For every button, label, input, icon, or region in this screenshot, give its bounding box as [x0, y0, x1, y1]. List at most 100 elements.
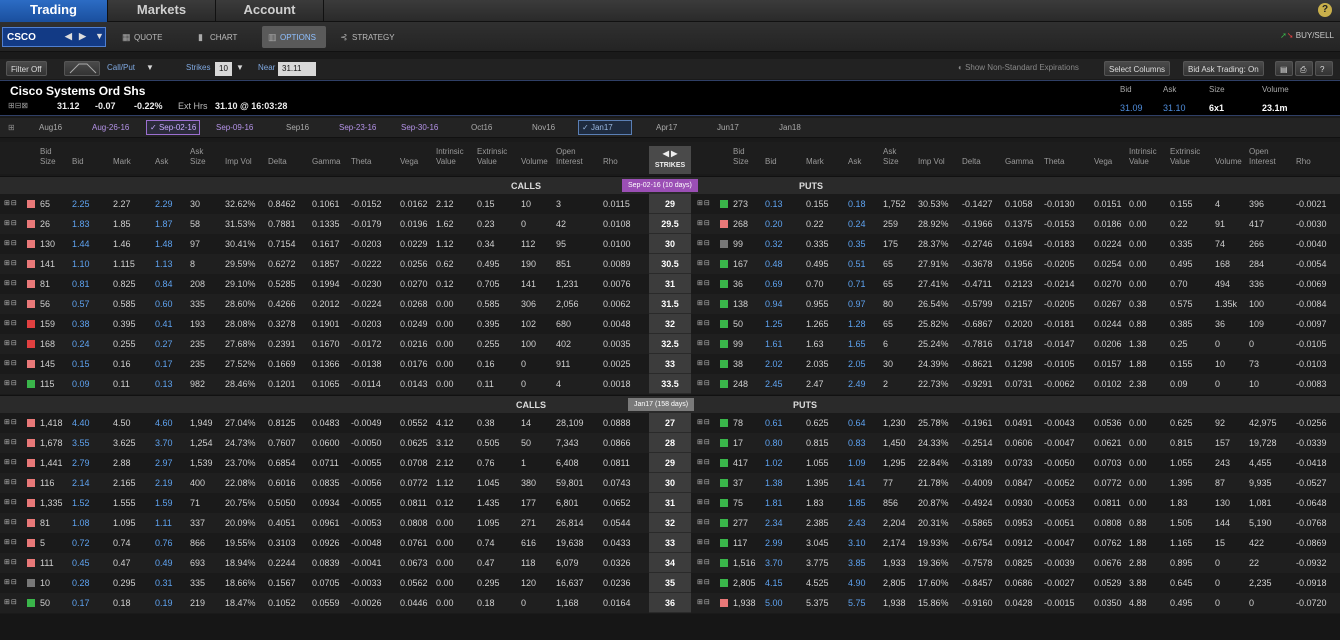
put-cell[interactable]: 248	[733, 379, 748, 389]
put-cell[interactable]: 25.78%	[918, 418, 949, 428]
strikes-dropdown-icon[interactable]: ▼	[236, 63, 244, 72]
put-cell[interactable]: -0.0054	[1296, 259, 1327, 269]
row-action-icons[interactable]: ⊞⊟	[4, 438, 18, 446]
put-cell[interactable]: -0.0083	[1296, 379, 1327, 389]
strike-cell[interactable]: 27	[649, 413, 691, 433]
put-cell[interactable]: 0.0731	[1005, 379, 1033, 389]
option-row[interactable]: ⊞⊟ 81 1.08 1.095 1.11 337 20.09% 0.4051 0.0961 -0…	[0, 513, 1340, 533]
call-col-header[interactable]: Open Interest	[556, 147, 583, 167]
put-cell[interactable]: -0.0205	[1044, 299, 1075, 309]
put-cell[interactable]: 0.0606	[1005, 438, 1033, 448]
call-cell[interactable]: 4	[556, 379, 561, 389]
put-cell[interactable]: -0.9160	[962, 598, 993, 608]
call-cell[interactable]: 0.15	[72, 359, 90, 369]
option-row[interactable]: ⊞⊟ 56 0.57 0.585 0.60 335 28.60% 0.4266 0.2012 -0…	[0, 294, 1340, 314]
put-cell[interactable]: 5.375	[806, 598, 829, 608]
put-cell[interactable]: 0.955	[806, 299, 829, 309]
row-action-icons[interactable]: ⊞⊟	[697, 438, 711, 446]
put-cell[interactable]: 1.88	[1129, 359, 1147, 369]
put-cell[interactable]: 0.35	[848, 239, 866, 249]
call-cell[interactable]: 23.70%	[225, 458, 256, 468]
call-cell[interactable]: 19,638	[556, 538, 584, 548]
put-cell[interactable]: 0.0224	[1094, 239, 1122, 249]
put-cell[interactable]: 2.49	[848, 379, 866, 389]
put-cell[interactable]: 5,190	[1249, 518, 1272, 528]
put-cell[interactable]: 0.09	[1170, 379, 1188, 389]
put-cell[interactable]: 0.0621	[1094, 438, 1122, 448]
call-cell[interactable]: 0.0035	[603, 339, 631, 349]
put-cell[interactable]: 0.0811	[1094, 498, 1121, 508]
put-cell[interactable]: 78	[733, 418, 743, 428]
call-cell[interactable]: 29.10%	[225, 279, 256, 289]
call-cell[interactable]: 8	[190, 259, 195, 269]
call-cell[interactable]: 28.46%	[225, 379, 256, 389]
put-cell[interactable]: 26.54%	[918, 299, 949, 309]
put-cell[interactable]: 2.035	[806, 359, 829, 369]
put-cell[interactable]: 336	[1249, 279, 1264, 289]
put-cell[interactable]: 28.37%	[918, 239, 949, 249]
put-col-header[interactable]: Rho	[1296, 157, 1311, 167]
expiration-item[interactable]: Sep-23-16	[339, 123, 376, 132]
call-cell[interactable]: 177	[521, 498, 536, 508]
put-cell[interactable]: 1.165	[1170, 538, 1193, 548]
call-cell[interactable]: 0.62	[436, 259, 454, 269]
call-cell[interactable]: 0.00	[436, 518, 454, 528]
bid-ask-trading-button[interactable]: Bid Ask Trading: On	[1183, 61, 1264, 76]
option-row[interactable]: ⊞⊟ 130 1.44 1.46 1.48 97 30.41% 0.7154 0.1617 -0.…	[0, 234, 1340, 254]
call-cell[interactable]: 0.0236	[603, 578, 631, 588]
call-cell[interactable]: 0.76	[155, 538, 173, 548]
put-cell[interactable]: 0.0491	[1005, 418, 1033, 428]
call-cell[interactable]: 0.0673	[400, 558, 428, 568]
call-cell[interactable]: 0.2012	[312, 299, 340, 309]
put-cell[interactable]: 168	[1215, 259, 1230, 269]
call-cell[interactable]: 18.66%	[225, 578, 256, 588]
put-cell[interactable]: 0.0267	[1094, 299, 1122, 309]
call-cell[interactable]: 0.0025	[603, 359, 631, 369]
put-cell[interactable]: 1,933	[883, 558, 906, 568]
option-row[interactable]: ⊞⊟ 115 0.09 0.11 0.13 982 28.46% 0.1201 0.1065 -0…	[0, 374, 1340, 394]
call-col-header[interactable]: Ask	[155, 157, 168, 167]
call-cell[interactable]: -0.0179	[351, 219, 382, 229]
call-cell[interactable]: 0.1994	[312, 279, 340, 289]
expiration-item-selected[interactable]: ✓ Jan17	[578, 120, 632, 135]
put-cell[interactable]: 0.0825	[1005, 558, 1033, 568]
put-cell[interactable]: 0.625	[1170, 418, 1193, 428]
put-cell[interactable]: 0	[1215, 339, 1220, 349]
call-cell[interactable]: 0.0216	[400, 339, 428, 349]
put-cell[interactable]: -0.0040	[1296, 239, 1327, 249]
call-cell[interactable]: 0	[521, 379, 526, 389]
put-cell[interactable]: 0.0686	[1005, 578, 1033, 588]
call-cell[interactable]: 0.72	[72, 538, 90, 548]
call-cell[interactable]: 851	[556, 259, 571, 269]
call-cell[interactable]: -0.0152	[351, 199, 382, 209]
call-col-header[interactable]: Vega	[400, 157, 418, 167]
put-cell[interactable]: 396	[1249, 199, 1264, 209]
call-cell[interactable]: 0.84	[155, 279, 173, 289]
put-cell[interactable]: 10	[1249, 379, 1259, 389]
call-cell[interactable]: -0.0055	[351, 498, 382, 508]
put-cell[interactable]: -0.0105	[1044, 359, 1075, 369]
put-cell[interactable]: 157	[1215, 438, 1230, 448]
expiration-badge[interactable]: Sep-02-16 (10 days)	[622, 179, 698, 192]
put-cell[interactable]: 1,295	[883, 458, 906, 468]
call-cell[interactable]: 1,168	[556, 598, 579, 608]
option-row[interactable]: ⊞⊟ 141 1.10 1.115 1.13 8 29.59% 0.6272 0.1857 -0.…	[0, 254, 1340, 274]
call-cell[interactable]: 235	[190, 339, 205, 349]
option-row[interactable]: ⊞⊟ 1,335 1.52 1.555 1.59 71 20.75% 0.5050 0.0934…	[0, 493, 1340, 513]
call-cell[interactable]: 0.585	[113, 299, 136, 309]
call-cell[interactable]: 0.0808	[400, 518, 428, 528]
call-cell[interactable]: 1,418	[40, 418, 63, 428]
call-cell[interactable]: 0.0839	[312, 558, 340, 568]
call-cell[interactable]: 26,814	[556, 518, 584, 528]
call-cell[interactable]: 1.83	[72, 219, 90, 229]
put-cell[interactable]: 0	[1249, 598, 1254, 608]
strike-cell[interactable]: 33	[649, 354, 691, 374]
call-cell[interactable]: 0.1201	[268, 379, 296, 389]
strike-cell[interactable]: 32	[649, 314, 691, 334]
call-col-header[interactable]: Volume	[521, 157, 548, 167]
tab-trading[interactable]: Trading	[0, 0, 108, 22]
put-cell[interactable]: -0.0256	[1296, 418, 1327, 428]
call-cell[interactable]: 116	[40, 478, 54, 488]
call-cell[interactable]: -0.0049	[351, 418, 382, 428]
put-cell[interactable]: 2.34	[765, 518, 783, 528]
